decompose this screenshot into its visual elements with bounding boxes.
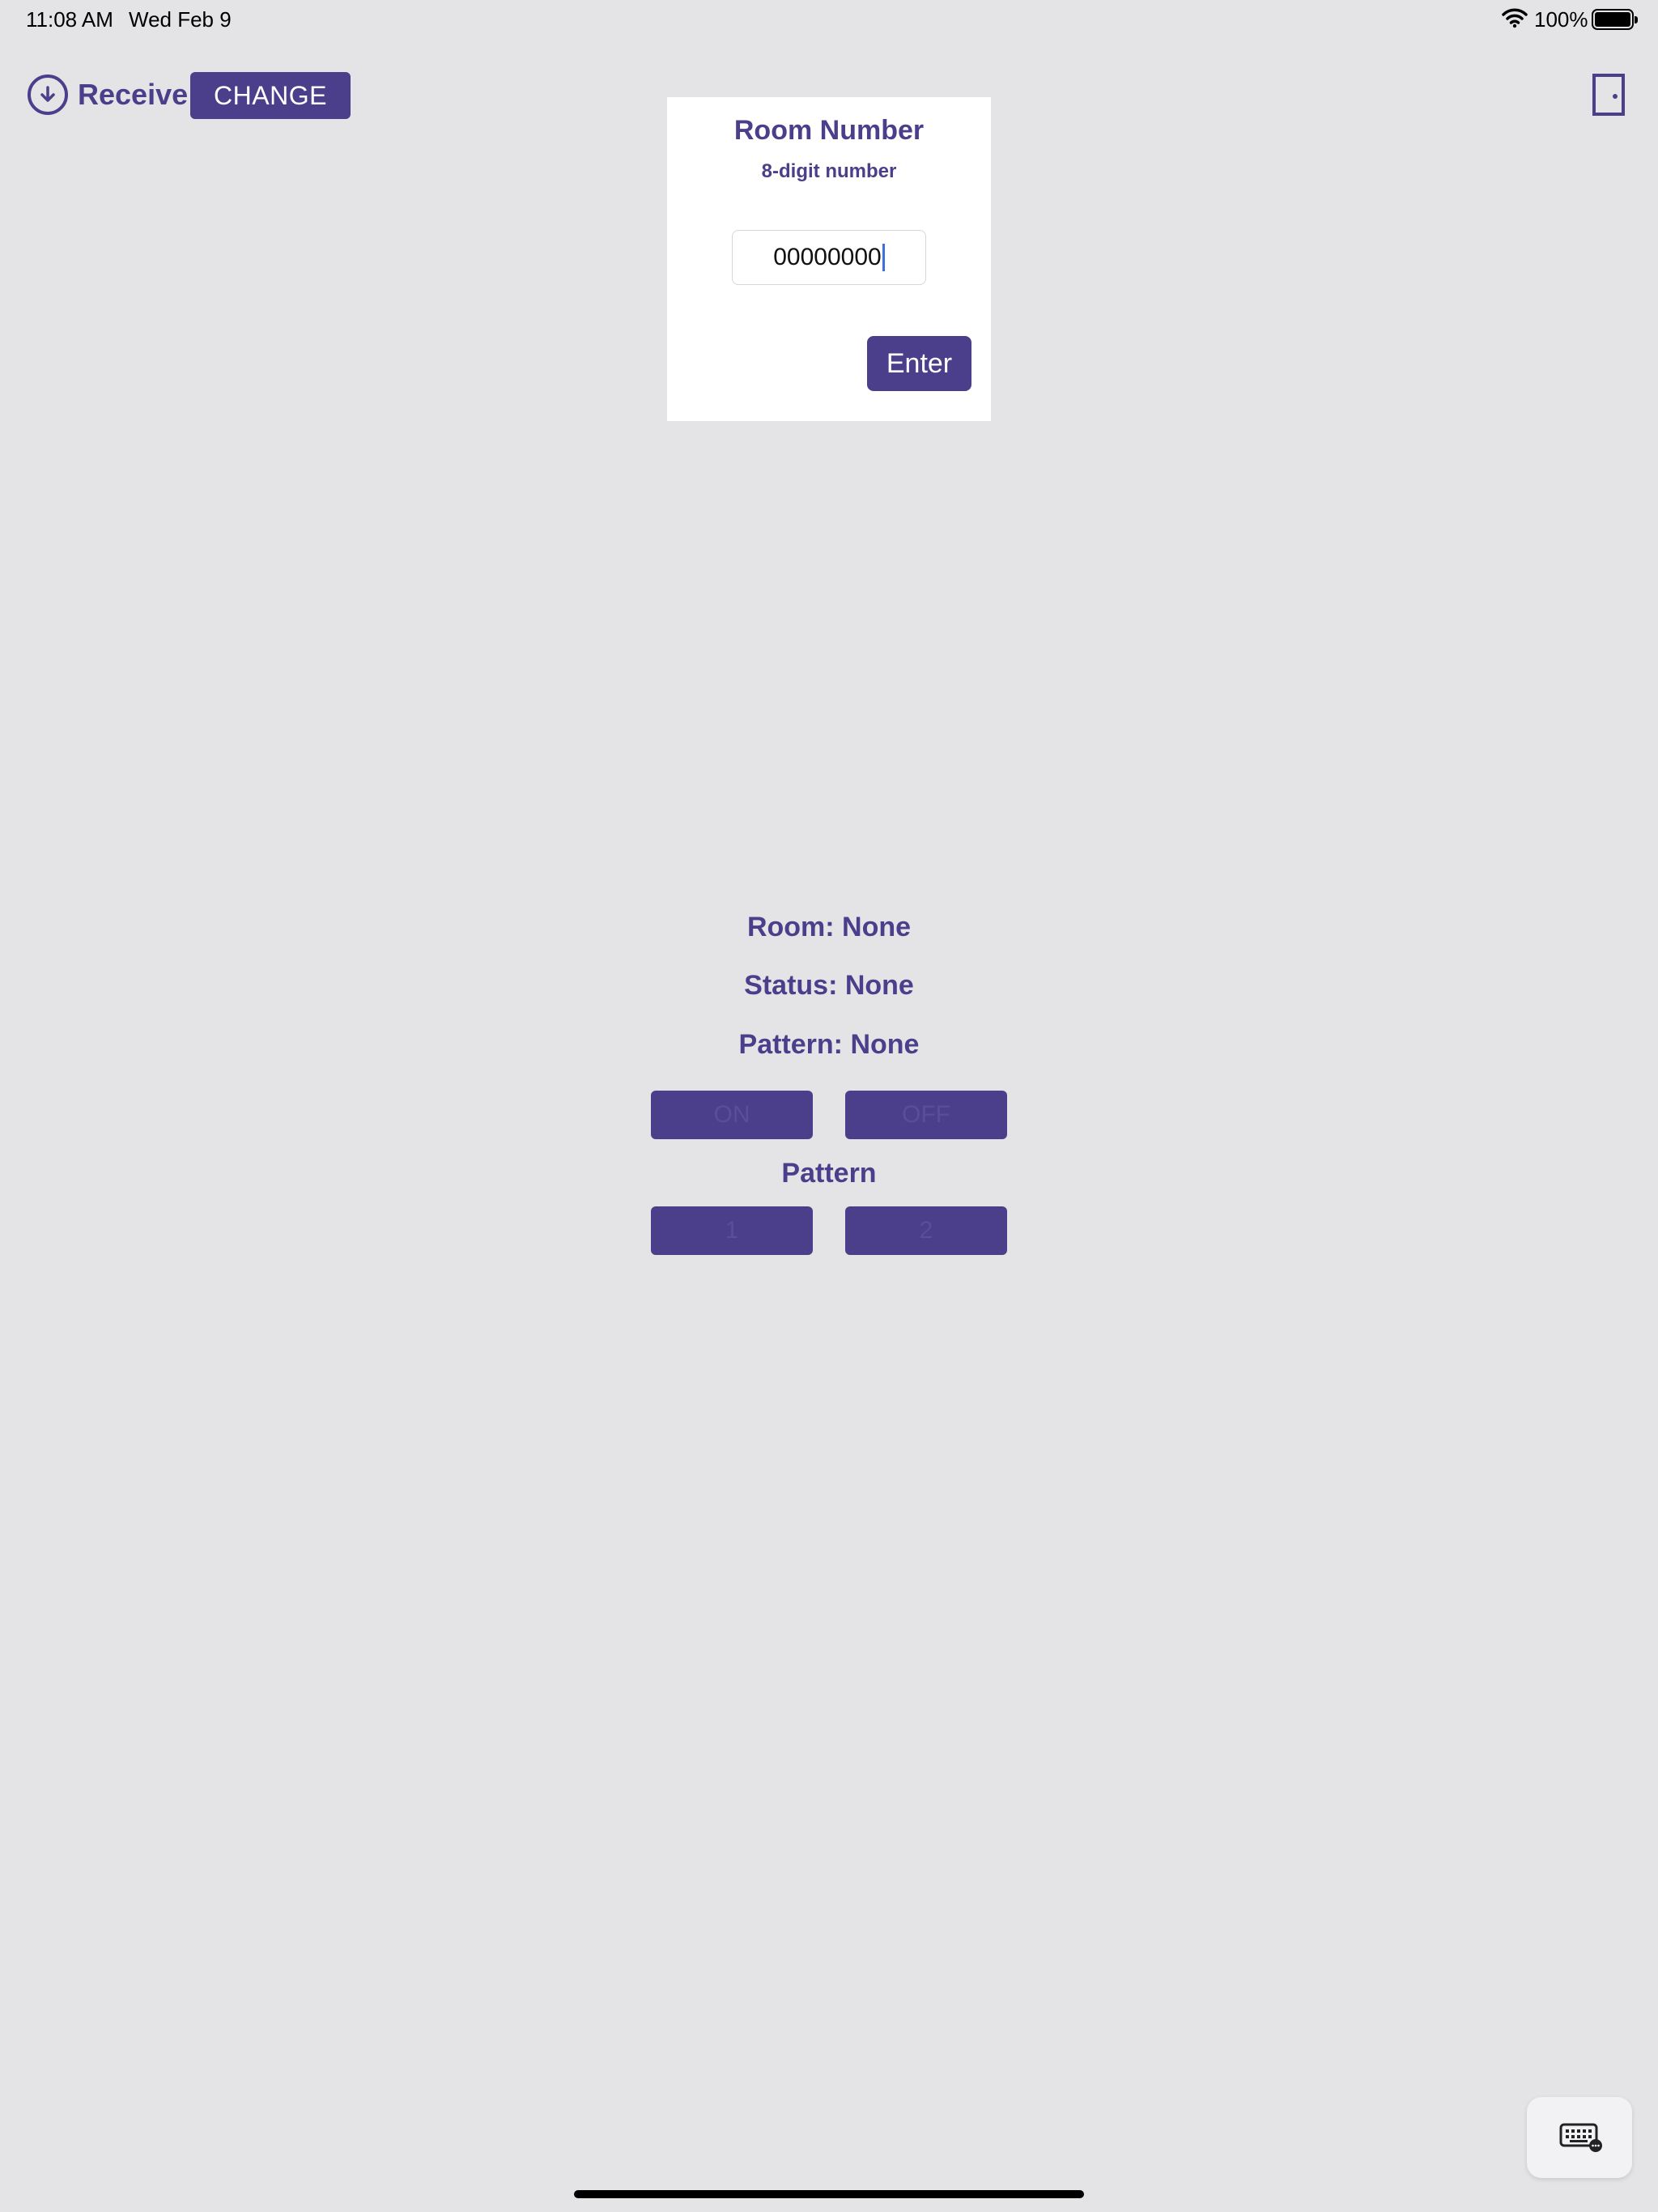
pattern-1-button[interactable]: 1 — [651, 1206, 813, 1255]
battery-fill — [1595, 12, 1630, 27]
keyboard-icon — [1559, 2123, 1602, 2152]
room-status-label: Room: None — [746, 912, 912, 942]
battery-percentage: 100% — [1534, 7, 1588, 32]
home-indicator[interactable] — [574, 2190, 1084, 2198]
enter-button[interactable]: Enter — [867, 336, 971, 391]
text-caret — [882, 244, 885, 271]
dialog-subtitle: 8-digit number — [761, 160, 897, 182]
battery-icon — [1592, 9, 1638, 30]
pattern-heading: Pattern — [781, 1158, 877, 1189]
status-time: 11:08 AM — [26, 7, 113, 32]
receive-download-icon[interactable] — [28, 74, 68, 115]
room-number-input[interactable]: 00000000 — [732, 230, 926, 285]
status-bar: 11:08 AM Wed Feb 9 100% — [0, 0, 1658, 39]
room-number-value: 00000000 — [773, 244, 882, 270]
status-date: Wed Feb 9 — [129, 7, 232, 32]
room-number-dialog: Room Number 8-digit number 00000000 Ente… — [667, 97, 991, 421]
pattern-status-label: Pattern: None — [738, 1029, 920, 1060]
dialog-title: Room Number — [733, 115, 925, 146]
receive-label[interactable]: Receive — [78, 78, 188, 112]
door-icon[interactable] — [1592, 74, 1625, 116]
on-button[interactable]: ON — [651, 1091, 813, 1139]
keyboard-toggle-button[interactable] — [1527, 2097, 1632, 2178]
pattern-2-button[interactable]: 2 — [845, 1206, 1007, 1255]
app-screen: 11:08 AM Wed Feb 9 100% Receive CHANGE R… — [0, 0, 1658, 2212]
wifi-icon — [1502, 7, 1528, 34]
off-button[interactable]: OFF — [845, 1091, 1007, 1139]
change-button[interactable]: CHANGE — [190, 72, 351, 119]
status-label: Status: None — [744, 970, 914, 1001]
